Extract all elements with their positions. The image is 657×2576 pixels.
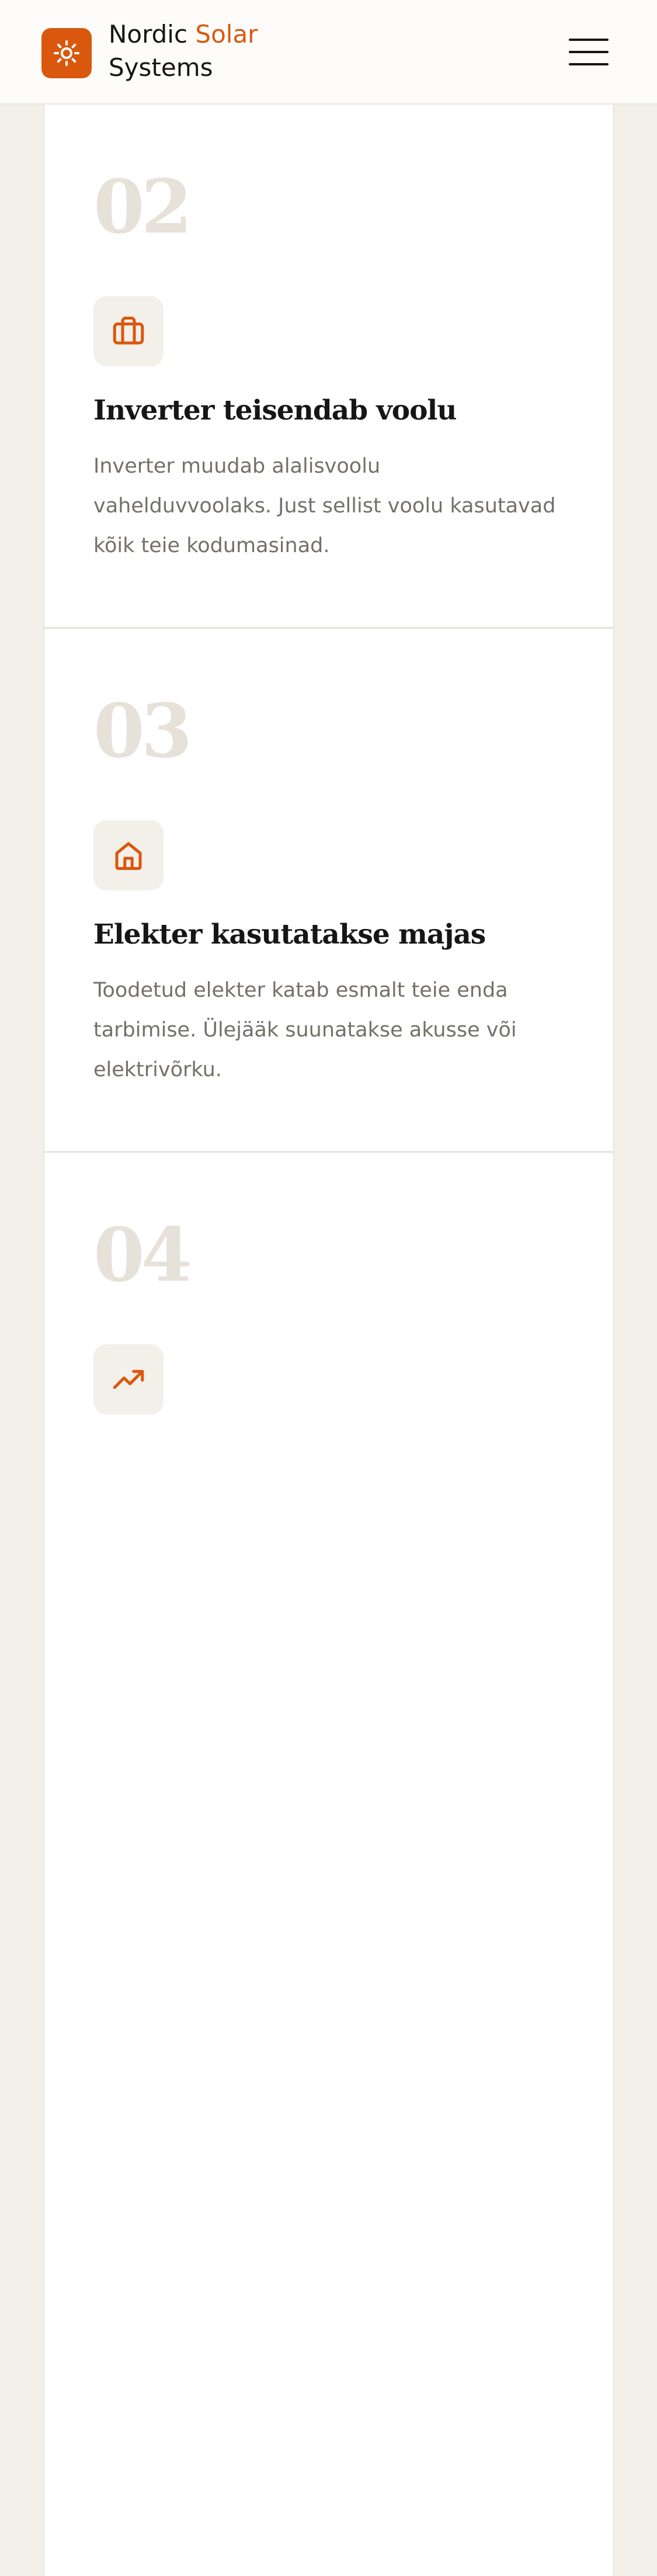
step-description: Inverter muudab alalisvoolu vahelduvvool… xyxy=(93,455,556,557)
logo[interactable] xyxy=(41,28,92,78)
step-title: Elekter kasutatakse majas xyxy=(93,918,486,951)
step-title: Inverter teisendab voolu xyxy=(93,394,457,427)
step-icon-box xyxy=(93,1344,164,1414)
trending-up-icon xyxy=(113,1370,144,1389)
home-icon xyxy=(115,842,142,870)
step-card: 03 Elekter kasutatakse majas Toodetud el… xyxy=(44,629,613,1153)
site-header: Nordic Solar Systems xyxy=(0,0,657,105)
brand-name-primary: Nordic xyxy=(109,20,196,48)
step-number: 04 xyxy=(93,1212,192,1298)
step-number: 02 xyxy=(93,164,192,250)
step-description: Toodetud elekter katab esmalt teie enda … xyxy=(93,979,517,1081)
step-icon-box xyxy=(93,820,164,890)
step-card: 04 xyxy=(44,1153,613,2576)
hamburger-menu-icon[interactable] xyxy=(569,37,609,67)
brand-name-secondary: Systems xyxy=(109,53,213,82)
brand-name-accent: Solar xyxy=(195,20,258,48)
step-icon-box xyxy=(93,296,164,366)
step-number: 03 xyxy=(93,688,192,774)
step-card: 02 Inverter teisendab voolu Inverter muu… xyxy=(44,105,613,629)
steps-list: 02 Inverter teisendab voolu Inverter muu… xyxy=(43,105,614,2576)
brand-name[interactable]: Nordic Solar Systems xyxy=(109,18,258,84)
briefcase-icon xyxy=(113,317,144,345)
sun-icon xyxy=(54,40,79,66)
